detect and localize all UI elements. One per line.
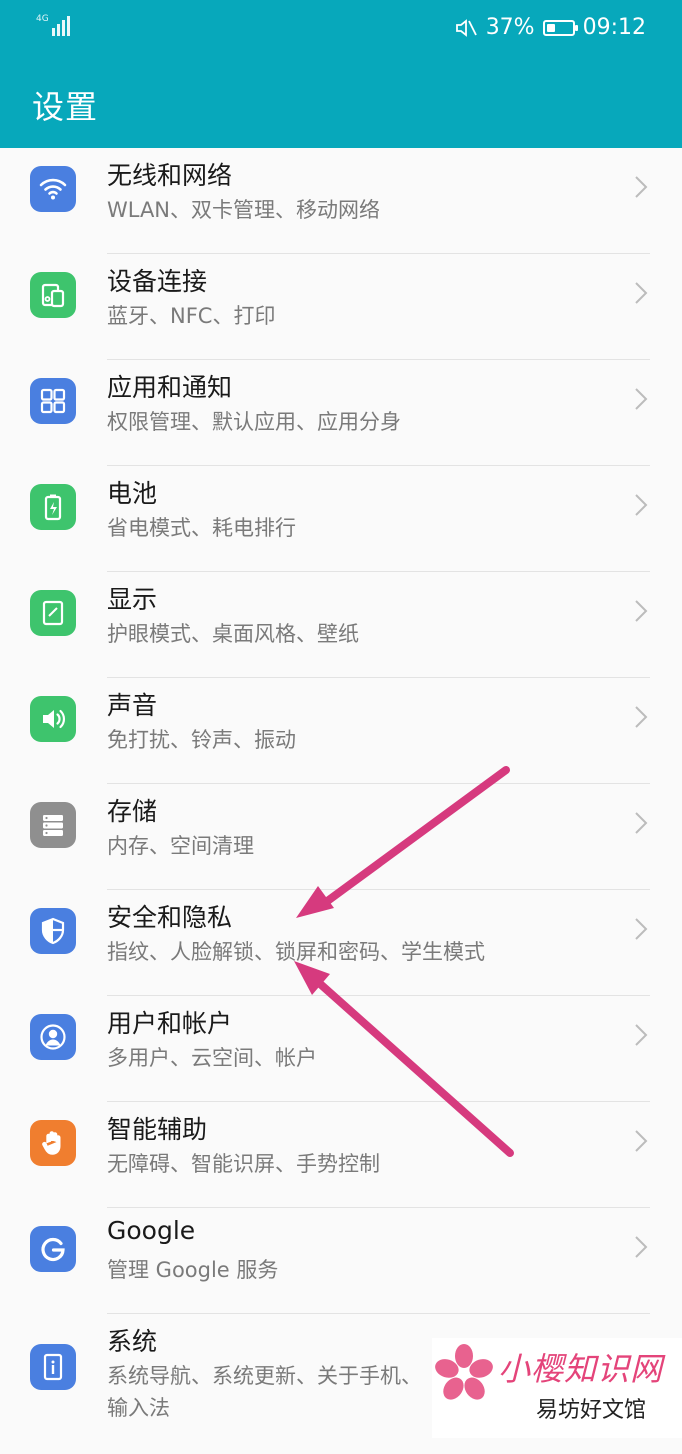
settings-item-apps-notifications[interactable]: 应用和通知 权限管理、默认应用、应用分身	[0, 360, 682, 466]
settings-item-google[interactable]: Google 管理 Google 服务	[0, 1208, 682, 1314]
sound-icon	[30, 696, 76, 742]
item-subtitle: 系统导航、系统更新、关于手机、	[107, 1364, 422, 1388]
item-title: 用户和帐户	[107, 1009, 233, 1038]
page-title: 设置	[32, 88, 99, 126]
user-icon	[30, 1014, 76, 1060]
settings-item-security-privacy[interactable]: 安全和隐私 指纹、人脸解锁、锁屏和密码、学生模式	[0, 890, 682, 996]
item-subtitle: 无障碍、智能识屏、手势控制	[107, 1152, 380, 1176]
clock: 09:12	[582, 15, 646, 40]
battery-level-fill	[546, 24, 556, 32]
item-subtitle: 多用户、云空间、帐户	[107, 1046, 317, 1070]
item-subtitle: 蓝牙、NFC、打印	[107, 304, 276, 328]
google-icon	[30, 1226, 76, 1272]
watermark-main-text: 小樱知识网	[498, 1350, 664, 1388]
item-title: 无线和网络	[107, 161, 233, 190]
settings-item-sound[interactable]: 声音 免打扰、铃声、振动	[0, 678, 682, 784]
item-subtitle: 免打扰、铃声、振动	[107, 728, 296, 752]
item-title: Google	[107, 1216, 196, 1245]
settings-item-smart-assistance[interactable]: 智能辅助 无障碍、智能识屏、手势控制	[0, 1102, 682, 1208]
watermark: 小樱知识网 易坊好文馆	[432, 1338, 682, 1438]
settings-item-storage[interactable]: 存储 内存、空间清理	[0, 784, 682, 890]
shield-icon	[30, 908, 76, 954]
wifi-icon	[30, 166, 76, 212]
chevron-right-icon	[635, 176, 648, 198]
signal-indicator: 4G	[36, 14, 70, 36]
settings-item-wireless-network[interactable]: 无线和网络 WLAN、双卡管理、移动网络	[0, 148, 682, 254]
signal-icon	[52, 14, 70, 36]
item-title: 安全和隐私	[107, 903, 233, 932]
item-title: 声音	[107, 691, 158, 720]
item-title: 电池	[107, 479, 158, 508]
settings-list[interactable]: 无线和网络 WLAN、双卡管理、移动网络 设备连接 蓝牙、NFC、打印 应用和通…	[0, 148, 682, 1454]
item-subtitle: 权限管理、默认应用、应用分身	[107, 410, 401, 434]
hand-icon	[30, 1120, 76, 1166]
chevron-right-icon	[635, 1236, 648, 1258]
apps-icon	[30, 378, 76, 424]
system-icon	[30, 1344, 76, 1390]
item-subtitle: 内存、空间清理	[107, 834, 254, 858]
chevron-right-icon	[635, 812, 648, 834]
item-subtitle-line-2: 输入法	[107, 1396, 170, 1420]
battery-icon	[542, 20, 578, 36]
status-right: 37% 09:12	[454, 14, 646, 42]
settings-item-device-connection[interactable]: 设备连接 蓝牙、NFC、打印	[0, 254, 682, 360]
chevron-right-icon	[635, 600, 648, 622]
item-title: 显示	[107, 585, 158, 614]
settings-item-display[interactable]: 显示 护眼模式、桌面风格、壁纸	[0, 572, 682, 678]
display-icon	[30, 590, 76, 636]
chevron-right-icon	[635, 706, 648, 728]
item-subtitle: 省电模式、耗电排行	[107, 516, 296, 540]
settings-item-battery[interactable]: 电池 省电模式、耗电排行	[0, 466, 682, 572]
chevron-right-icon	[635, 1024, 648, 1046]
item-title: 应用和通知	[107, 373, 233, 402]
chevron-right-icon	[635, 494, 648, 516]
battery-icon	[30, 484, 76, 530]
mute-icon	[455, 19, 477, 37]
app-bar: 设置	[0, 56, 682, 148]
status-bar: 4G 37% 09:12	[0, 0, 682, 56]
network-type: 4G	[36, 14, 49, 24]
settings-item-users-accounts[interactable]: 用户和帐户 多用户、云空间、帐户	[0, 996, 682, 1102]
chevron-right-icon	[635, 1130, 648, 1152]
item-title: 设备连接	[107, 267, 208, 296]
battery-percent: 37%	[485, 15, 535, 40]
chevron-right-icon	[635, 282, 648, 304]
item-subtitle: WLAN、双卡管理、移动网络	[107, 198, 381, 222]
device-connect-icon	[30, 272, 76, 318]
item-title: 系统	[107, 1327, 158, 1356]
storage-icon	[30, 802, 76, 848]
cherry-blossom-logo-icon	[435, 1344, 493, 1400]
watermark-sub-text: 易坊好文馆	[536, 1398, 647, 1423]
item-title: 存储	[107, 797, 158, 826]
chevron-right-icon	[635, 388, 648, 410]
item-subtitle: 指纹、人脸解锁、锁屏和密码、学生模式	[107, 940, 485, 964]
item-title: 智能辅助	[107, 1115, 208, 1144]
item-subtitle: 护眼模式、桌面风格、壁纸	[107, 622, 359, 646]
item-subtitle: 管理 Google 服务	[107, 1258, 279, 1282]
chevron-right-icon	[635, 918, 648, 940]
